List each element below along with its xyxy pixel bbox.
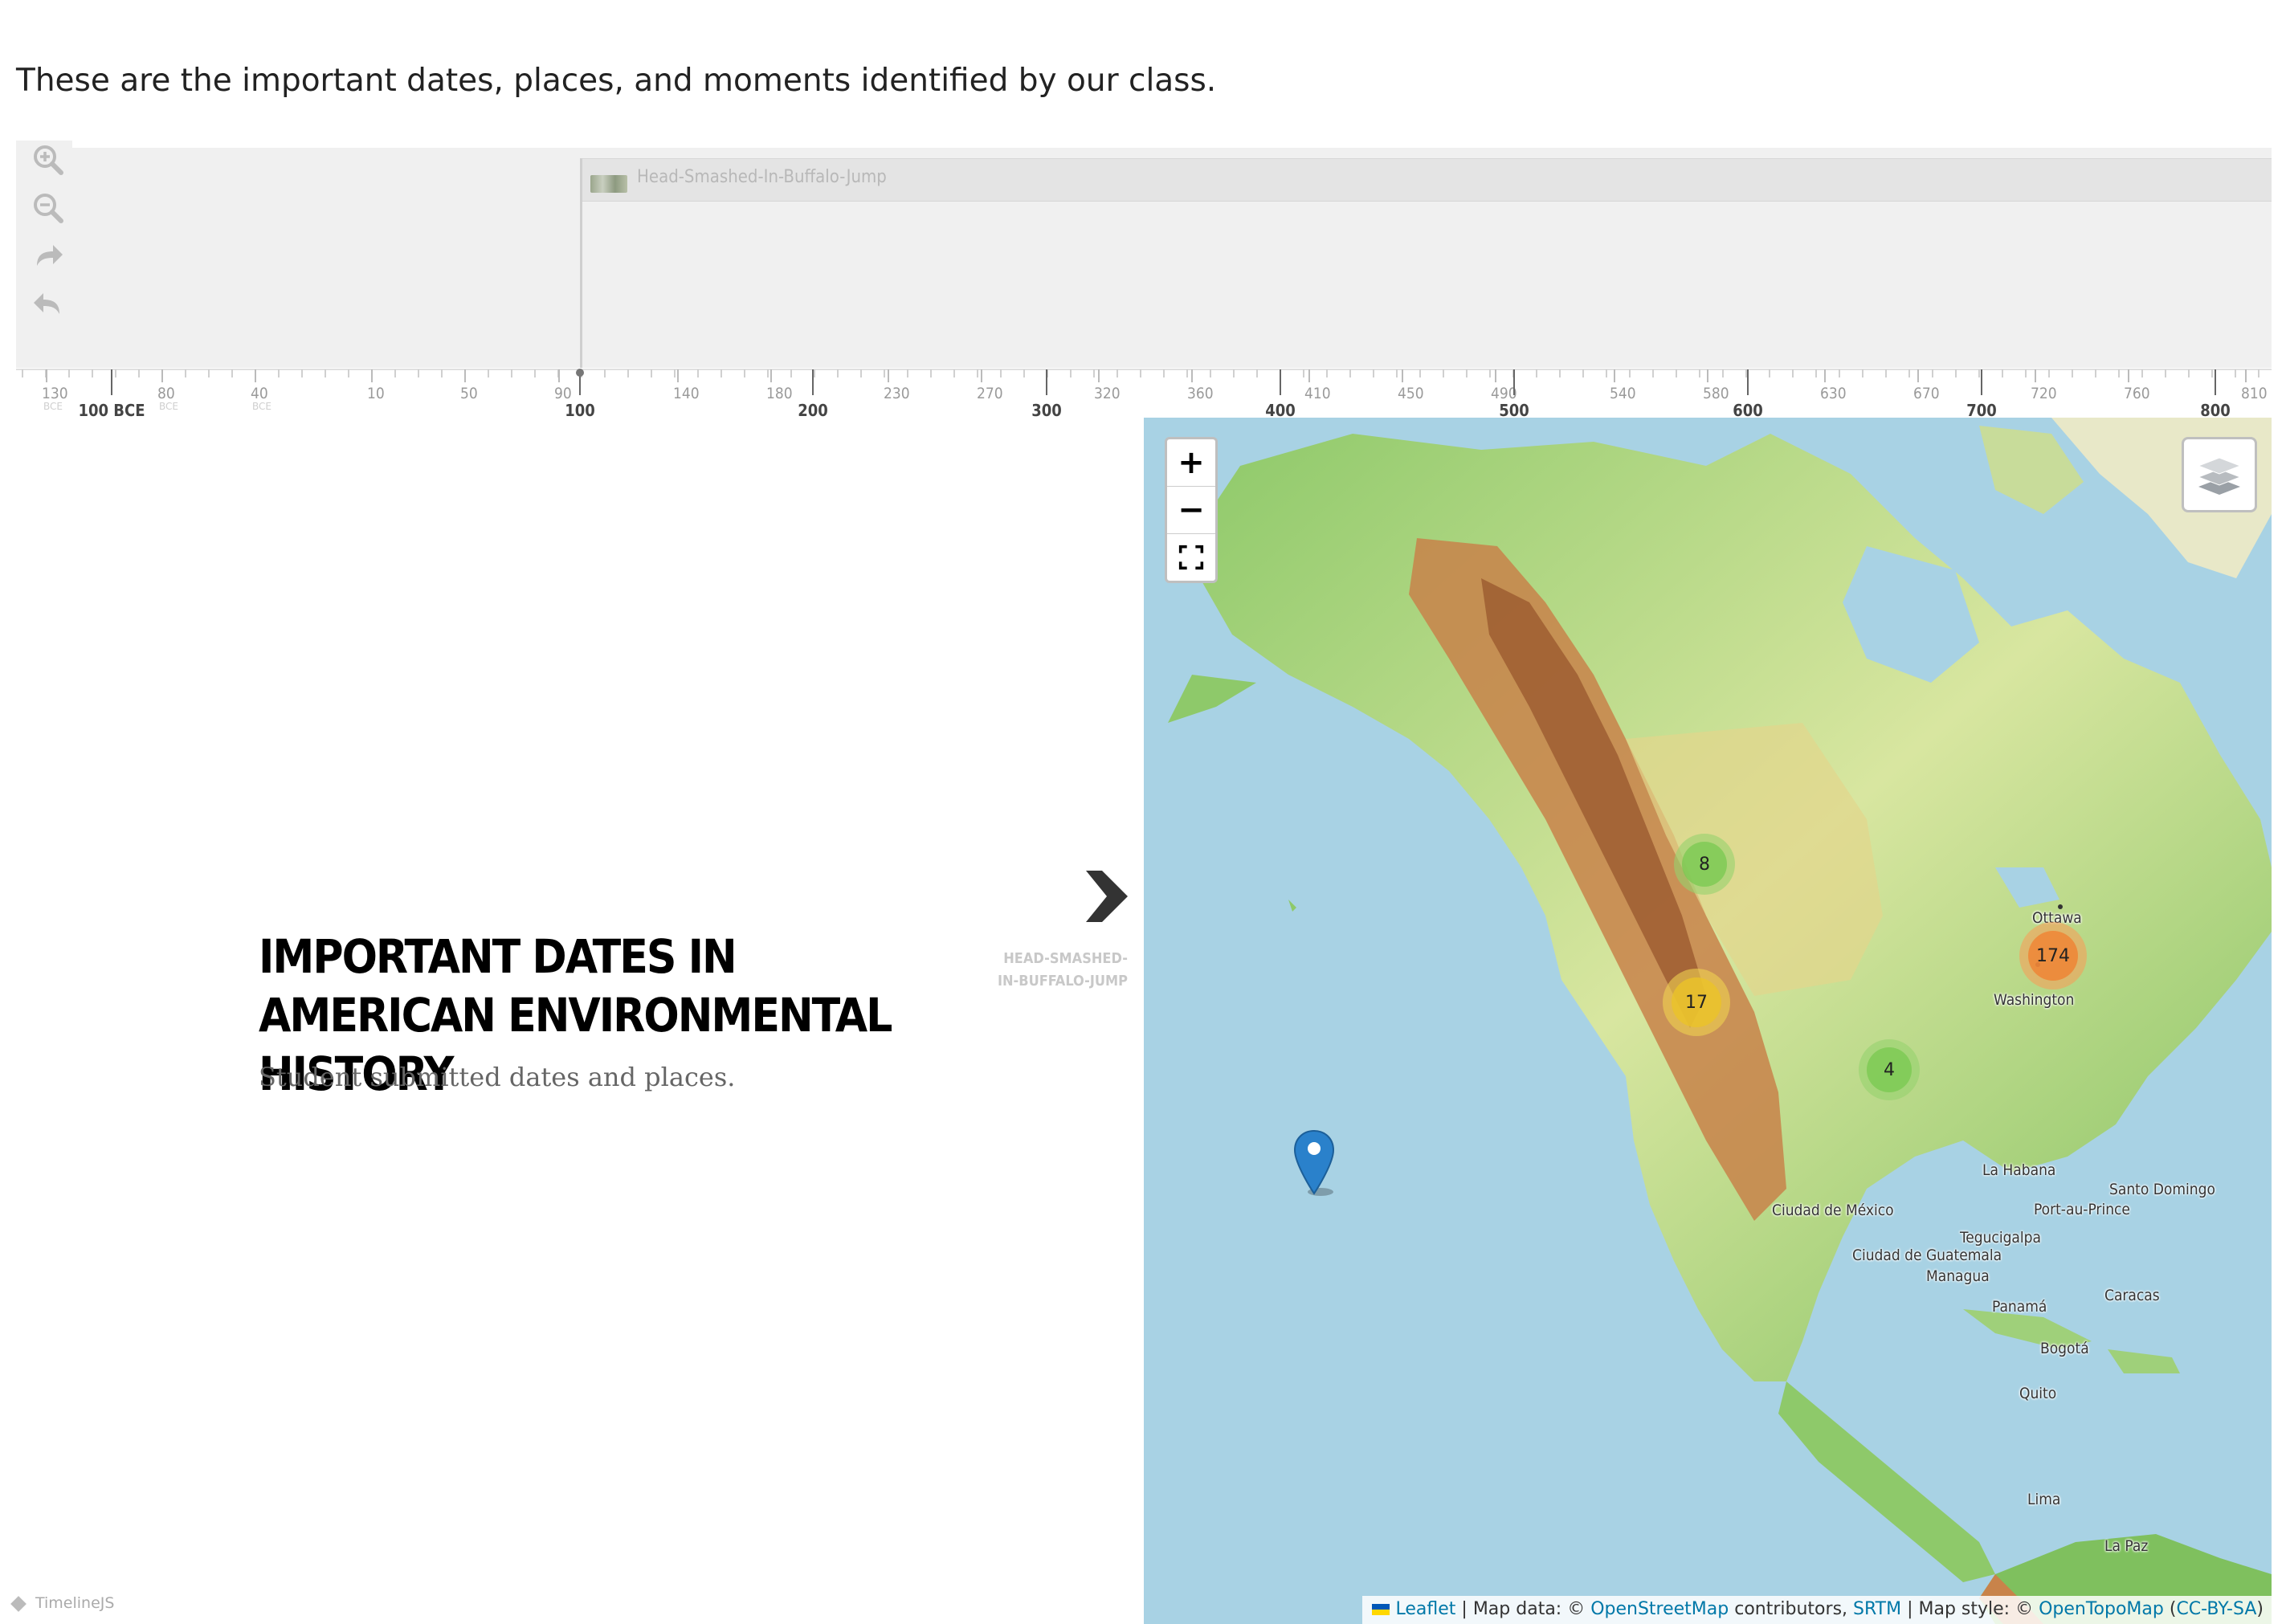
chevron-right-icon[interactable] <box>1084 867 1129 925</box>
cluster-count: 17 <box>1672 977 1721 1027</box>
attribution-text: | Map data: © <box>1455 1599 1591 1619</box>
attribution-text: contributors, <box>1729 1599 1854 1619</box>
map-pin-icon[interactable] <box>1293 1129 1335 1197</box>
leaflet-link[interactable]: Leaflet <box>1396 1599 1456 1619</box>
axis-tick-label: 360 <box>1187 385 1214 402</box>
axis-era-label: BCE <box>43 401 63 412</box>
marker-cluster[interactable]: 8 <box>1674 834 1735 895</box>
city-label-port-au-prince: Port-au-Prince <box>2034 1201 2130 1218</box>
map-zoom-in-button[interactable]: + <box>1167 439 1215 487</box>
timeline-axis: 130 BCE 80 BCE 40 BCE 10 50 90 140 180 230 270 320 360… <box>16 368 2272 418</box>
marker-title: Head-Smashed-In-Buffalo-Jump <box>637 167 887 187</box>
axis-era-label: BCE <box>252 401 271 412</box>
slide-subtitle: Student submitted dates and places. <box>259 1062 736 1092</box>
intro-text: These are the important dates, places, a… <box>16 63 1217 99</box>
axis-tick-label: 450 <box>1398 385 1424 402</box>
axis-ticks: 130BCE80BCE40BCE10 50 90 140 180 230 270 320 360… <box>16 369 2272 418</box>
next-slide-label: HEAD-SMASHED-IN-BUFFALO-JUMP <box>997 950 1128 989</box>
axis-tick-label: 760 <box>2124 385 2150 402</box>
axis-tick-label: 90 <box>554 385 572 402</box>
city-label-managua: Managua <box>1926 1267 1990 1285</box>
axis-tick-label: 630 <box>1820 385 1847 402</box>
marker-header[interactable]: Head-Smashed-In-Buffalo-Jump <box>582 158 2272 202</box>
city-label-tegucigalpa: Tegucigalpa <box>1960 1229 2041 1247</box>
city-label-la-paz: La Paz <box>2104 1537 2149 1555</box>
forward-arrow-icon[interactable] <box>31 239 66 274</box>
timelinejs-logo-icon <box>10 1595 27 1612</box>
city-label-panama: Panamá <box>1992 1298 2047 1316</box>
marker-cluster[interactable]: 17 <box>1663 969 1730 1036</box>
axis-tick-label: 720 <box>2031 385 2057 402</box>
city-label-washington: Washington <box>1994 991 2075 1009</box>
axis-major-label: 500 <box>1499 401 1529 418</box>
city-label-quito: Quito <box>2019 1385 2057 1402</box>
axis-tick-label: 230 <box>884 385 910 402</box>
zoom-out-icon[interactable] <box>31 190 66 226</box>
axis-tick-label: 140 <box>673 385 700 402</box>
cluster-count: 8 <box>1682 842 1727 887</box>
axis-tick-label: 10 <box>367 385 385 402</box>
brand-label: TimelineJS <box>35 1594 115 1612</box>
axis-tick-label: 580 <box>1703 385 1729 402</box>
marker-cluster[interactable]: 174 <box>2019 922 2087 989</box>
opentopomap-link[interactable]: OpenTopoMap <box>2039 1599 2164 1619</box>
map-zoom-out-button[interactable]: − <box>1167 487 1215 534</box>
attribution-text: ) <box>2256 1599 2264 1619</box>
axis-major-label: 300 <box>1031 401 1062 418</box>
axis-tick-label: 410 <box>1304 385 1331 402</box>
axis-tick-label: 490 <box>1491 385 1517 402</box>
map[interactable]: Ottawa Washington La Habana Santo Doming… <box>1144 418 2272 1624</box>
ukraine-flag-icon <box>1371 1604 1390 1615</box>
back-arrow-icon[interactable] <box>31 285 66 320</box>
axis-tick-label: 320 <box>1094 385 1121 402</box>
layers-icon[interactable] <box>2182 437 2257 512</box>
axis-major-label: 700 <box>1966 401 1997 418</box>
axis-major-label: 200 <box>798 401 828 418</box>
city-label-ciudad-de-mexico: Ciudad de México <box>1772 1202 1894 1219</box>
axis-tick-label: 80 <box>157 385 175 402</box>
axis-tick-label: 270 <box>977 385 1003 402</box>
axis-major-label: 800 <box>2200 401 2231 418</box>
city-label-lima: Lima <box>2027 1491 2061 1508</box>
license-link[interactable]: CC-BY-SA <box>2176 1599 2256 1619</box>
map-zoom-control[interactable]: + − <box>1165 437 1218 583</box>
city-label-la-habana: La Habana <box>1982 1161 2056 1179</box>
fullscreen-icon[interactable] <box>1167 534 1215 581</box>
map-attribution: Leaflet | Map data: © OpenStreetMap cont… <box>1361 1596 2272 1624</box>
attribution-text: | Map style: © <box>1901 1599 2039 1619</box>
axis-current-dot <box>576 369 584 377</box>
axis-tick-label: 130 <box>42 385 68 402</box>
marker-cluster[interactable]: 4 <box>1859 1039 1920 1100</box>
city-label-ciudad-de-guatemala: Ciudad de Guatemala <box>1852 1247 2002 1264</box>
city-label-bogota: Bogotá <box>2040 1340 2089 1357</box>
timelinejs-brand[interactable]: TimelineJS <box>10 1594 115 1612</box>
axis-major-label: 600 <box>1733 401 1763 418</box>
city-label-caracas: Caracas <box>2104 1287 2160 1304</box>
axis-era-label: BCE <box>159 401 178 412</box>
axis-major-label: 100 <box>565 401 595 418</box>
zoom-in-icon[interactable] <box>31 142 66 177</box>
cluster-count: 4 <box>1867 1047 1912 1092</box>
axis-major-label: 100 BCE <box>78 401 145 418</box>
axis-tick-label: 180 <box>766 385 793 402</box>
marker-thumbnail <box>590 175 627 193</box>
attribution-text: ( <box>2163 1599 2177 1619</box>
osm-link[interactable]: OpenStreetMap <box>1590 1599 1729 1619</box>
axis-tick-label: 40 <box>251 385 268 402</box>
srtm-link[interactable]: SRTM <box>1853 1599 1901 1619</box>
axis-tick-label: 670 <box>1913 385 1940 402</box>
axis-tick-label: 50 <box>460 385 478 402</box>
axis-tick-label: 540 <box>1610 385 1636 402</box>
city-label-santo-domingo: Santo Domingo <box>2109 1181 2215 1198</box>
axis-tick-label: 810 <box>2241 385 2268 402</box>
axis-major-label: 400 <box>1265 401 1296 418</box>
cluster-count: 174 <box>2028 931 2078 981</box>
